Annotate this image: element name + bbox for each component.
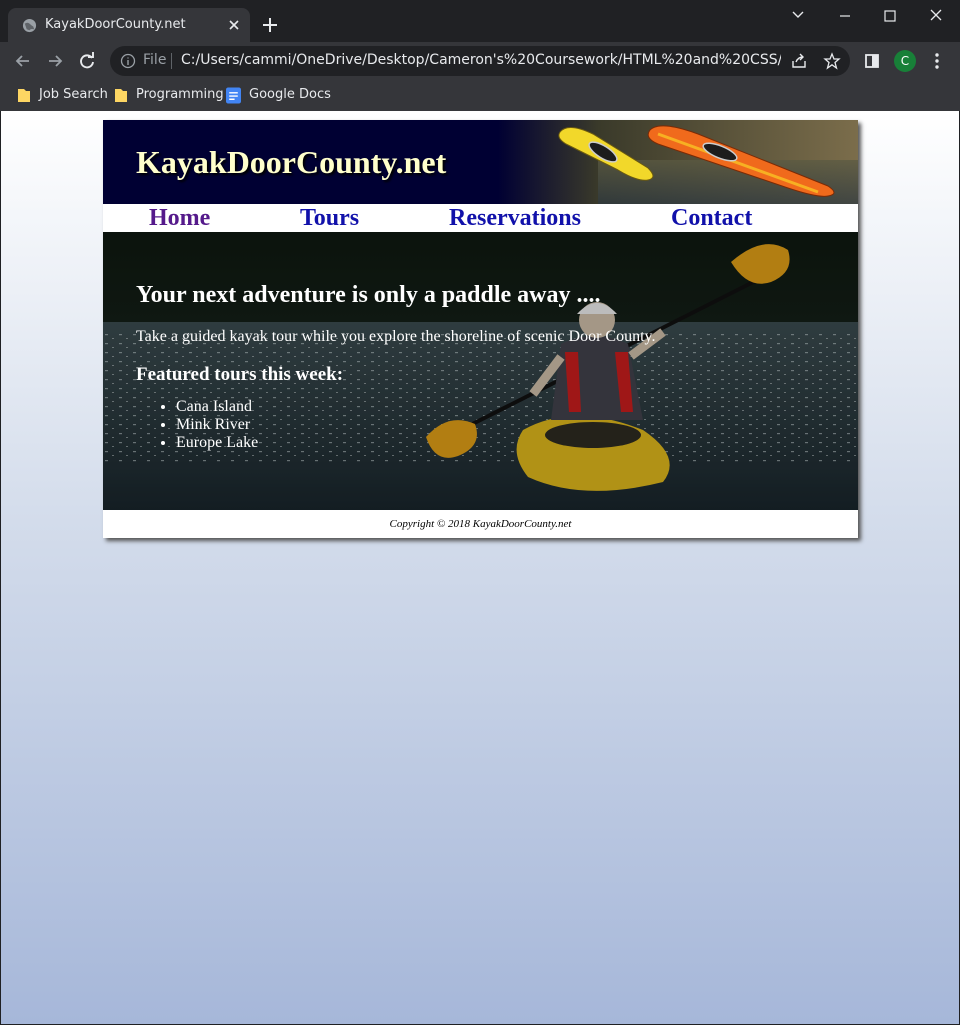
info-icon[interactable] [120,53,136,69]
new-tab-icon[interactable] [260,15,280,35]
side-panel-icon[interactable] [862,51,882,71]
folder-icon [18,89,30,102]
url-separator [171,53,172,69]
page-viewport: KayakDoorCounty.net Home Tours Reservati… [1,111,959,1024]
bookmark-label: Programming [136,87,224,102]
maximize-icon[interactable] [875,6,905,26]
tab-title: KayakDoorCounty.net [45,17,186,32]
nav-link-home[interactable]: Home [149,205,210,232]
share-icon[interactable] [790,52,808,70]
window-close-icon[interactable] [921,6,951,26]
hero-heading: Your next adventure is only a paddle awa… [136,282,601,308]
google-docs-icon [226,87,241,104]
nav-link-tours[interactable]: Tours [300,205,359,232]
reload-icon[interactable] [77,51,97,71]
kayaks-header-image [498,120,858,204]
site-title: KayakDoorCounty.net [136,144,447,180]
list-item: Mink River [176,416,655,434]
back-icon[interactable] [13,51,33,71]
site-nav: Home Tours Reservations Contact [103,204,858,232]
hero-intro: Take a guided kayak tour while you explo… [136,328,656,345]
bookmarks-bar: Job Search Programming Google Docs [0,80,960,111]
bookmark-label: Job Search [39,87,108,102]
forward-icon[interactable] [45,51,65,71]
featured-tours-heading: Featured tours this week: [136,364,344,385]
list-item: Europe Lake [176,434,655,452]
browser-tab[interactable]: KayakDoorCounty.net [8,8,250,42]
tab-search-icon[interactable] [783,6,813,26]
profile-avatar[interactable]: C [894,50,916,72]
address-bar[interactable]: File C:/Users/cammi/OneDrive/Desktop/Cam… [110,46,850,76]
browser-chrome: KayakDoorCounty.net File C:/Users/cammi/… [0,0,960,111]
site-wrapper: KayakDoorCounty.net Home Tours Reservati… [103,120,858,538]
site-header: KayakDoorCounty.net [103,120,858,204]
hero-section: Your next adventure is only a paddle awa… [103,232,858,510]
hero-content: Your next adventure is only a paddle awa… [136,282,655,452]
featured-tours-list: Cana Island Mink River Europe Lake [176,398,655,452]
menu-dots-icon[interactable] [927,51,947,71]
url-scheme: File [143,52,167,68]
list-item: Cana Island [176,398,655,416]
url-text[interactable]: C:/Users/cammi/OneDrive/Desktop/Cameron'… [181,52,781,68]
bookmark-label: Google Docs [249,87,331,102]
folder-icon [115,89,127,102]
browser-toolbar: File C:/Users/cammi/OneDrive/Desktop/Cam… [0,42,960,80]
globe-icon [22,18,37,33]
site-footer: Copyright © 2018 KayakDoorCounty.net [389,518,572,530]
nav-link-contact[interactable]: Contact [671,205,752,232]
minimize-icon[interactable] [830,6,860,26]
nav-link-reservations[interactable]: Reservations [449,205,581,232]
tab-strip: KayakDoorCounty.net [0,0,960,42]
close-icon[interactable] [226,17,242,33]
bookmark-star-icon[interactable] [823,52,841,70]
